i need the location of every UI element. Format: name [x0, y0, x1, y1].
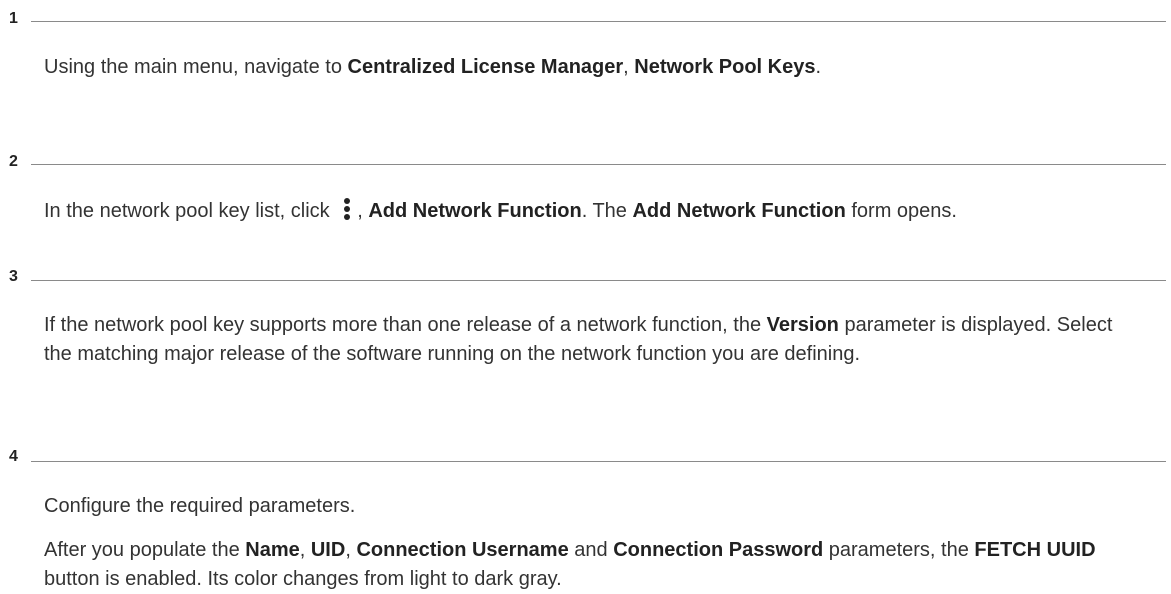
text-run: , [345, 539, 357, 561]
ui-parameter-connection-username: Connection Username [356, 539, 569, 561]
step-number: 3 [9, 268, 18, 285]
step-divider [31, 21, 1166, 22]
ui-parameter-uid: UID [310, 539, 346, 561]
text-run: If the network pool key supports more th… [44, 314, 767, 336]
text-run: , [357, 200, 369, 222]
text-run: , [623, 56, 635, 78]
step-number: 1 [9, 10, 18, 27]
text-run: Using the main menu, navigate to [44, 56, 348, 78]
step-number: 4 [9, 448, 18, 465]
step-4-note: After you populate the Name, UID, Connec… [44, 536, 1144, 594]
text-run: . The [581, 200, 633, 222]
text-run: After you populate the [44, 539, 246, 561]
step-number: 2 [9, 153, 18, 170]
text-run: and [568, 539, 614, 561]
step-divider [31, 461, 1166, 462]
step-1-instruction: Using the main menu, navigate to Central… [44, 53, 1144, 82]
text-run: . [815, 56, 822, 78]
text-run: parameters, the [823, 539, 975, 561]
text-run: button is enabled. Its color changes fro… [44, 568, 562, 590]
step-3-instruction: If the network pool key supports more th… [44, 311, 1144, 369]
text-run: , [299, 539, 311, 561]
ui-path-network-pool-keys: Network Pool Keys [634, 56, 816, 78]
ui-path-centralized-license-manager: Centralized License Manager [347, 56, 624, 78]
step-4-instruction: Configure the required parameters. [44, 492, 1144, 521]
ui-form-add-network-function: Add Network Function [632, 200, 846, 222]
more-vertical-icon [344, 198, 351, 220]
ui-parameter-connection-password: Connection Password [613, 539, 824, 561]
text-run: form opens. [845, 200, 957, 222]
step-divider [31, 164, 1166, 165]
ui-parameter-name: Name [245, 539, 300, 561]
step-2-instruction: In the network pool key list, click , Ad… [44, 197, 1144, 226]
text-run: Configure the required parameters. [44, 495, 356, 517]
step-divider [31, 280, 1166, 281]
ui-action-add-network-function: Add Network Function [368, 200, 582, 222]
ui-button-fetch-uuid: FETCH UUID [974, 539, 1096, 561]
text-run: In the network pool key list, click [44, 200, 336, 222]
ui-parameter-version: Version [766, 314, 839, 336]
